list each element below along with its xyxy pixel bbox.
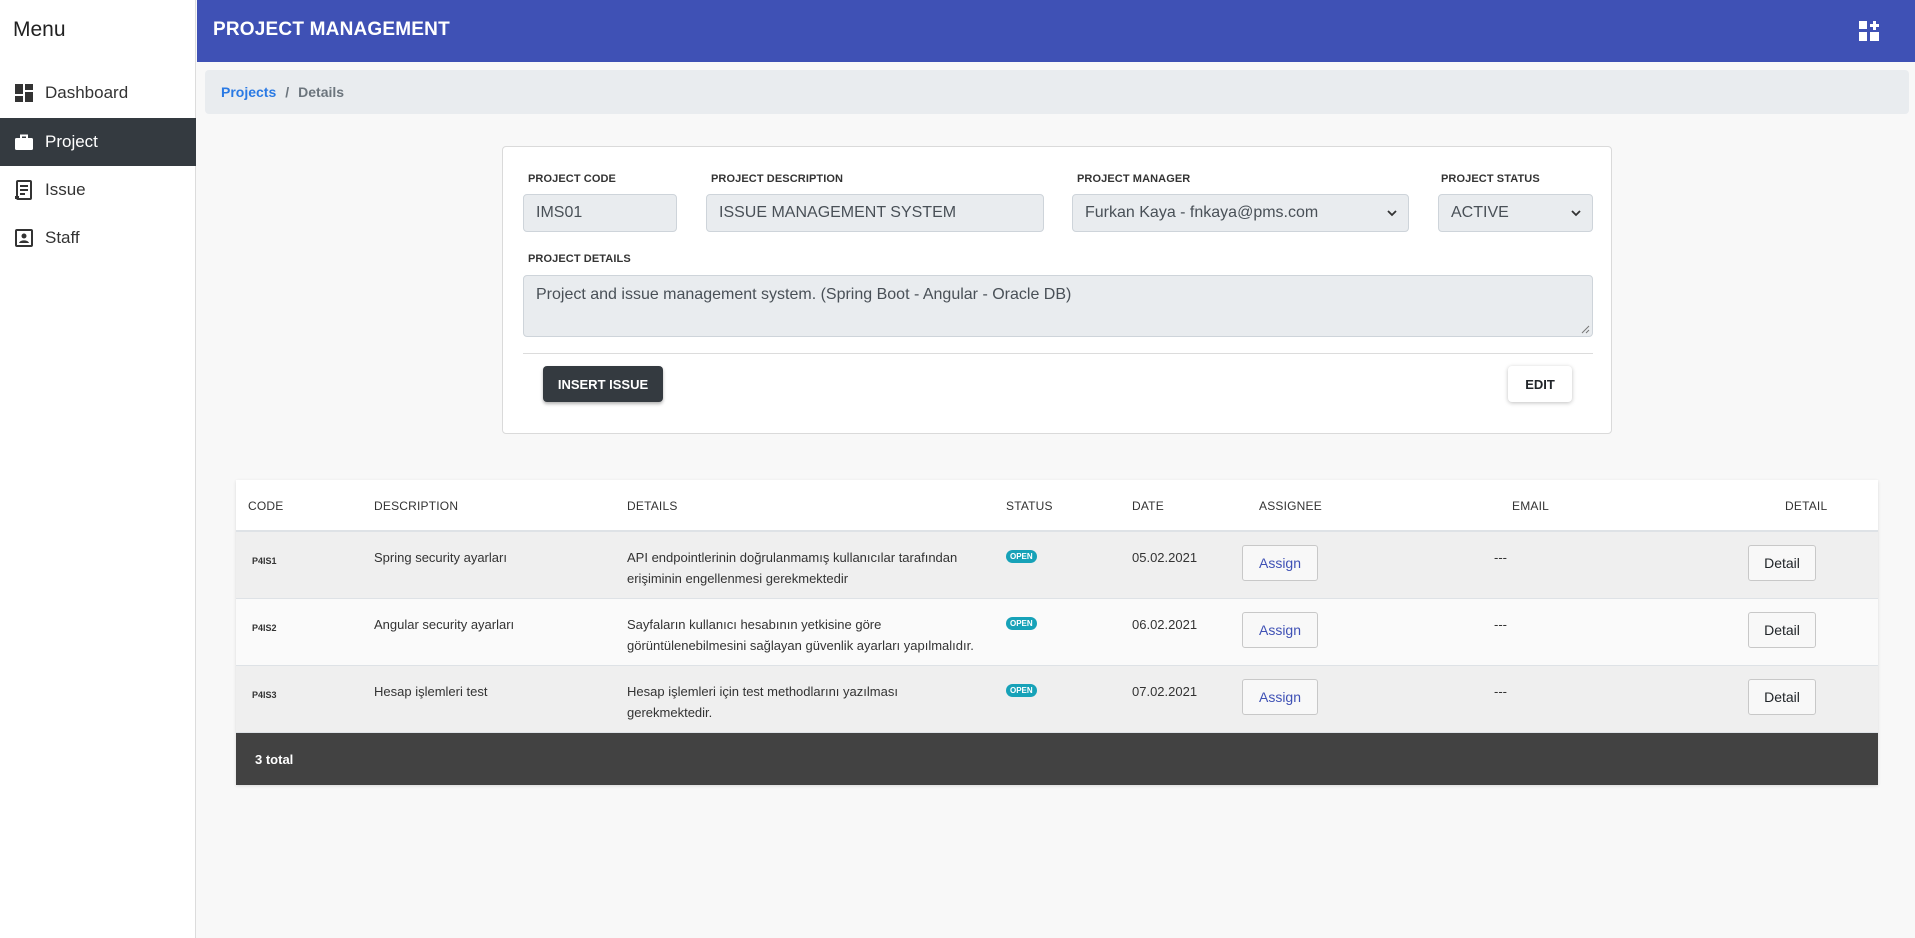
chevron-down-icon <box>1387 210 1397 217</box>
sidebar-item-dashboard[interactable]: Dashboard <box>0 69 196 117</box>
sidebar-item-project[interactable]: Project <box>0 118 196 166</box>
detail-button[interactable]: Detail <box>1748 612 1816 648</box>
column-header-email: EMAIL <box>1512 499 1550 513</box>
breadcrumb-link-projects[interactable]: Projects <box>221 84 276 100</box>
issues-table: CODE DESCRIPTION DETAILS STATUS DATE ASS… <box>236 480 1878 785</box>
dashboard-icon <box>14 83 34 103</box>
project-details-card: PROJECT CODE IMS01 PROJECT DESCRIPTION I… <box>502 146 1612 434</box>
project-status-label: PROJECT STATUS <box>1441 173 1540 185</box>
project-status-value: ACTIVE <box>1451 204 1509 221</box>
table-row: P4IS1 Spring security ayarları API endpo… <box>236 532 1878 599</box>
status-badge: OPEN <box>1006 617 1037 630</box>
table-row: P4IS2 Angular security ayarları Sayfalar… <box>236 599 1878 666</box>
project-description-field[interactable]: ISSUE MANAGEMENT SYSTEM <box>706 194 1044 232</box>
resize-handle-icon[interactable] <box>1581 325 1590 334</box>
issue-details-line: görüntülenebilmesini sağlayan güvenlik a… <box>627 638 974 653</box>
issue-details: Sayfaların kullanıcı hesabının yetkisine… <box>627 614 974 656</box>
detail-button[interactable]: Detail <box>1748 679 1816 715</box>
issue-code: P4IS2 <box>252 623 277 633</box>
project-status-select[interactable]: ACTIVE <box>1438 194 1593 232</box>
issue-details-line: API endpointlerinin doğrulanmamış kullan… <box>627 550 958 565</box>
sidebar-item-label: Staff <box>45 228 80 247</box>
sidebar-item-label: Project <box>45 132 98 151</box>
column-header-description: DESCRIPTION <box>374 499 459 513</box>
contact-icon <box>14 228 34 248</box>
assign-button[interactable]: Assign <box>1242 679 1318 715</box>
edit-button[interactable]: EDIT <box>1508 366 1572 402</box>
status-badge: OPEN <box>1006 684 1037 697</box>
column-header-status: STATUS <box>1006 499 1053 513</box>
breadcrumb-separator: / <box>285 84 290 100</box>
project-details-label: PROJECT DETAILS <box>528 253 631 265</box>
project-details-value: Project and issue management system. (Sp… <box>536 286 1072 303</box>
status-badge: OPEN <box>1006 550 1037 563</box>
sidebar: Menu Dashboard Project Issue Staff <box>0 0 196 938</box>
column-header-date: DATE <box>1132 499 1164 513</box>
issue-details-line: Sayfaların kullanıcı hesabının yetkisine… <box>627 617 882 632</box>
issue-details-line: erişiminin engellenmesi gerekmektedir <box>627 571 849 586</box>
issue-email: --- <box>1494 550 1507 565</box>
assign-button[interactable]: Assign <box>1242 612 1318 648</box>
table-footer: 3 total <box>236 733 1878 785</box>
issue-details-line: gerekmektedir. <box>627 705 713 720</box>
sidebar-item-label: Dashboard <box>45 83 129 102</box>
card-divider <box>523 353 1593 354</box>
project-code-field[interactable]: IMS01 <box>523 194 677 232</box>
breadcrumb: Projects / Details <box>205 70 1909 114</box>
column-header-assignee: ASSIGNEE <box>1259 499 1322 513</box>
insert-issue-button[interactable]: INSERT ISSUE <box>543 366 663 402</box>
issue-date: 05.02.2021 <box>1132 550 1198 565</box>
project-manager-select[interactable]: Furkan Kaya - fnkaya@pms.com <box>1072 194 1409 232</box>
table-row: P4IS3 Hesap işlemleri test Hesap işlemle… <box>236 666 1878 733</box>
issue-date: 06.02.2021 <box>1132 617 1198 632</box>
issue-details: Hesap işlemleri için test methodlarını y… <box>627 681 898 723</box>
project-manager-value: Furkan Kaya - fnkaya@pms.com <box>1085 204 1319 221</box>
sidebar-item-label: Issue <box>45 180 86 199</box>
issue-details-line: Hesap işlemleri için test methodlarını y… <box>627 684 898 699</box>
detail-button[interactable]: Detail <box>1748 545 1816 581</box>
breadcrumb-current: Details <box>298 84 345 100</box>
column-header-details: DETAILS <box>627 499 678 513</box>
issue-email: --- <box>1494 684 1507 699</box>
project-manager-label: PROJECT MANAGER <box>1077 173 1191 185</box>
issue-code: P4IS3 <box>252 690 277 700</box>
table-header: CODE DESCRIPTION DETAILS STATUS DATE ASS… <box>236 480 1878 532</box>
sidebar-item-issue[interactable]: Issue <box>0 166 196 214</box>
top-app-bar: PROJECT MANAGEMENT <box>197 0 1915 62</box>
page-title: PROJECT MANAGEMENT <box>213 19 450 40</box>
issue-date: 07.02.2021 <box>1132 684 1198 699</box>
issue-description: Spring security ayarları <box>374 550 507 565</box>
project-code-label: PROJECT CODE <box>528 173 616 185</box>
chevron-down-icon <box>1571 210 1581 217</box>
briefcase-icon <box>14 132 34 152</box>
issue-email: --- <box>1494 617 1507 632</box>
issue-details: API endpointlerinin doğrulanmamış kullan… <box>627 547 957 589</box>
issue-code: P4IS1 <box>252 556 277 566</box>
dashboard-customize-icon[interactable] <box>1857 19 1881 43</box>
project-details-textarea[interactable]: Project and issue management system. (Sp… <box>523 275 1593 337</box>
issue-description: Hesap işlemleri test <box>374 684 488 699</box>
assign-button[interactable]: Assign <box>1242 545 1318 581</box>
issue-icon <box>14 180 34 200</box>
issue-description: Angular security ayarları <box>374 617 515 632</box>
project-description-label: PROJECT DESCRIPTION <box>711 173 844 185</box>
column-header-detail: DETAIL <box>1785 499 1828 513</box>
sidebar-title: Menu <box>13 18 66 41</box>
sidebar-item-staff[interactable]: Staff <box>0 214 196 262</box>
column-header-code: CODE <box>248 499 284 513</box>
